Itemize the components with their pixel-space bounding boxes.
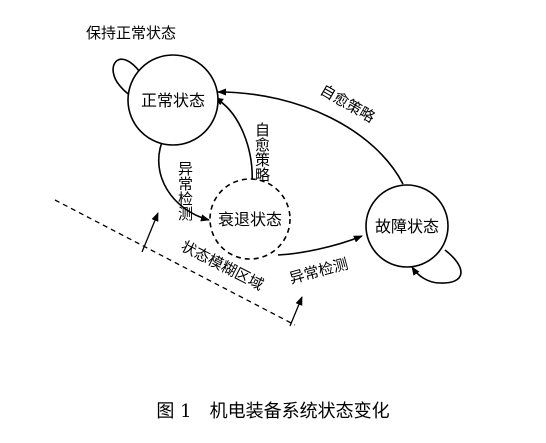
fuzzy-pointer-arrow-right [289, 296, 303, 327]
edge-normal-to-degraded-label: 异常检测 [176, 161, 194, 221]
edge-fault-to-normal-label: 自愈策略 [317, 81, 378, 127]
node-normal-label: 正常状态 [141, 91, 205, 110]
edge-degraded-to-normal [214, 97, 253, 185]
node-fault-label: 故障状态 [375, 217, 439, 236]
state-transition-diagram: 正常状态 衰退状态 故障状态 保持正常状态 异常检测 自愈策略 自愈策略 异常检… [54, 24, 462, 422]
fuzzy-pointer-arrow-left [141, 212, 159, 253]
edge-normal-self-label: 保持正常状态 [86, 24, 176, 42]
edge-degraded-to-fault [277, 235, 363, 256]
figure-caption: 图 1 机电装备系统状态变化 [156, 401, 389, 422]
edge-degraded-to-fault-label: 异常检测 [287, 255, 350, 288]
edge-degraded-to-normal-label: 自愈策略 [253, 122, 271, 182]
node-degraded-label: 衰退状态 [218, 210, 282, 229]
